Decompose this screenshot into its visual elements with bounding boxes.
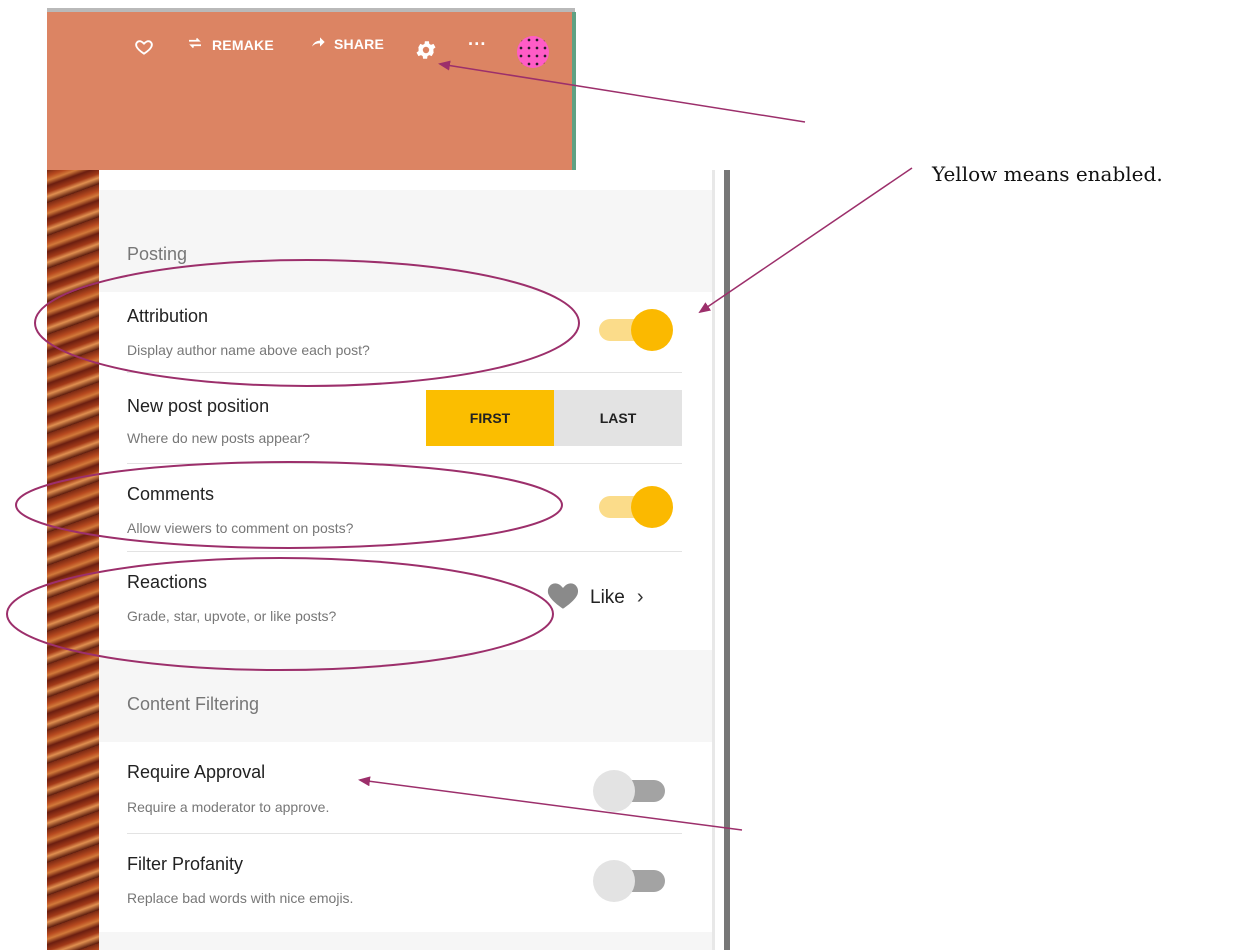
reactions-selector[interactable]: Like › — [546, 580, 644, 615]
scrollbar[interactable] — [724, 170, 730, 950]
attribution-title: Attribution — [127, 306, 209, 326]
chevron-right-icon: › — [636, 586, 644, 608]
panel-edge — [712, 170, 715, 950]
more-button[interactable]: ··· — [468, 34, 487, 55]
section-title-content-filtering: Content Filtering — [127, 694, 260, 714]
attribution-description: Display author name above each post? — [127, 342, 370, 358]
comments-title: Comments — [127, 484, 215, 504]
attribution-toggle[interactable] — [599, 307, 673, 351]
share-button[interactable]: SHARE — [310, 34, 384, 53]
require-approval-title: Require Approval — [127, 762, 266, 782]
settings-panel: Posting Attribution Display author name … — [99, 170, 712, 950]
annotation-note: Yellow means enabled. — [932, 162, 1163, 186]
new-post-position-segmented-control: FIRST LAST — [426, 390, 682, 446]
remake-icon — [186, 34, 204, 55]
posting-section-header — [99, 190, 712, 292]
remake-button[interactable]: REMAKE — [186, 34, 274, 55]
option-first-button[interactable]: FIRST — [426, 390, 554, 446]
wallpaper-background — [47, 170, 99, 950]
remake-label: REMAKE — [212, 36, 274, 53]
share-icon — [310, 34, 326, 53]
panel-footer — [99, 932, 712, 950]
toolbar-right-edge — [572, 12, 576, 170]
divider — [127, 463, 682, 464]
option-last-button[interactable]: LAST — [554, 390, 682, 446]
new-post-position-title: New post position — [127, 396, 270, 416]
section-title-posting: Posting — [127, 244, 188, 264]
new-post-position-description: Where do new posts appear? — [127, 430, 310, 446]
divider — [127, 551, 682, 552]
filter-profanity-toggle[interactable] — [593, 858, 665, 902]
heart-icon — [134, 37, 154, 60]
avatar[interactable] — [517, 36, 549, 68]
toggle-knob — [631, 486, 673, 528]
settings-button[interactable] — [414, 38, 438, 65]
comments-description: Allow viewers to comment on posts? — [127, 520, 354, 536]
share-label: SHARE — [334, 35, 385, 52]
filter-profanity-description: Replace bad words with nice emojis. — [127, 890, 354, 906]
comments-toggle[interactable] — [599, 484, 673, 528]
top-toolbar — [47, 8, 575, 170]
divider — [127, 833, 682, 834]
divider — [127, 372, 682, 373]
arrow-to-toggle — [698, 167, 913, 314]
like-button[interactable] — [134, 37, 154, 60]
filter-profanity-title: Filter Profanity — [127, 854, 244, 874]
reactions-title: Reactions — [127, 572, 208, 592]
toggle-knob — [593, 860, 635, 902]
toolbar-top-edge — [47, 8, 575, 12]
heart-icon — [546, 580, 580, 615]
require-approval-toggle[interactable] — [593, 768, 665, 812]
toggle-knob — [631, 309, 673, 351]
reaction-value: Like — [590, 586, 625, 608]
toggle-knob — [593, 770, 635, 812]
gear-icon — [414, 38, 438, 65]
require-approval-description: Require a moderator to approve. — [127, 799, 330, 815]
reactions-description: Grade, star, upvote, or like posts? — [127, 608, 337, 624]
more-icon: ··· — [468, 34, 487, 54]
